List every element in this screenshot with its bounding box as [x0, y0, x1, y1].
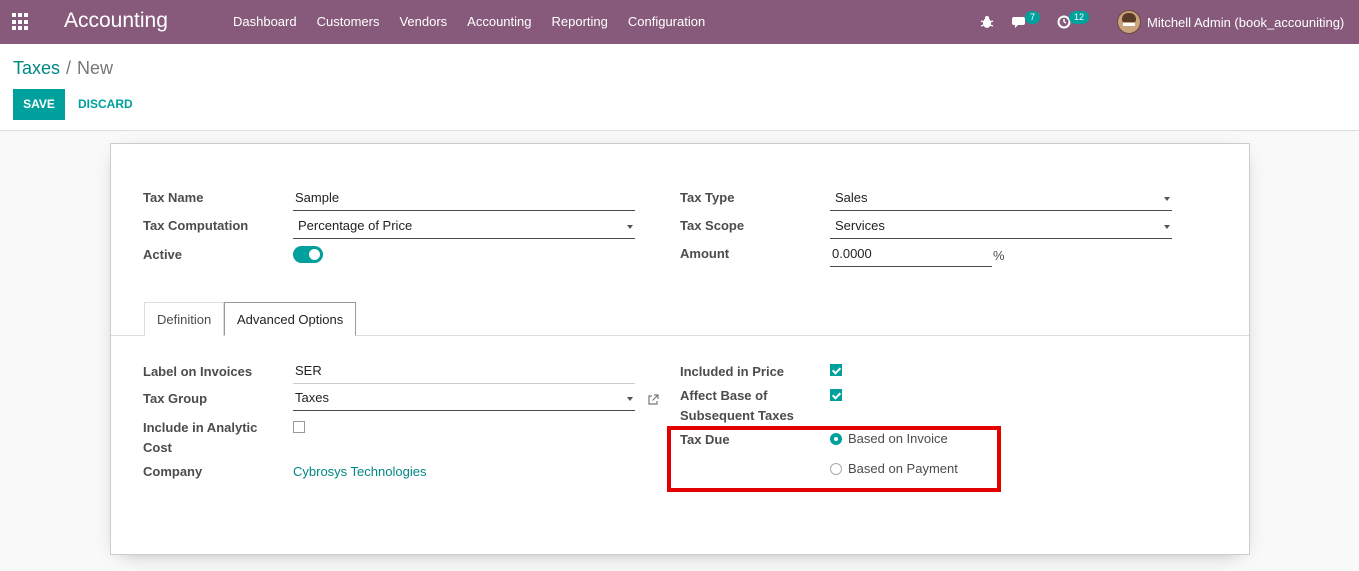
breadcrumb-separator: / — [66, 58, 72, 78]
tax-group-label: Tax Group — [143, 391, 208, 406]
app-title: Accounting — [64, 9, 168, 32]
menu-item-configuration[interactable]: Configuration — [618, 0, 715, 44]
tab-definition[interactable]: Definition — [144, 302, 225, 336]
tax-computation-select[interactable]: Percentage of Price — [293, 215, 635, 239]
label-on-invoices-label: Label on Invoices — [143, 364, 253, 379]
save-button[interactable]: SAVE — [13, 89, 65, 120]
menu-item-reporting[interactable]: Reporting — [542, 0, 618, 44]
included-in-price-label: Included in Price — [680, 364, 785, 379]
include-analytic-cost-label: Include in Analytic Cost — [143, 420, 258, 455]
messages-count-badge: 7 — [1025, 11, 1041, 24]
activities-count-badge: 12 — [1069, 11, 1090, 24]
menu-item-customers[interactable]: Customers — [307, 0, 390, 44]
tax-name-label: Tax Name — [143, 190, 204, 205]
tax-group-select[interactable]: Taxes — [293, 387, 635, 411]
company-link[interactable]: Cybrosys Technologies — [293, 462, 426, 482]
include-analytic-cost-checkbox[interactable] — [293, 421, 305, 433]
chevron-down-icon — [1164, 225, 1170, 229]
user-name: Mitchell Admin (book_accouniting) — [1147, 14, 1345, 30]
tax-computation-value: Percentage of Price — [298, 218, 413, 233]
menu-item-dashboard[interactable]: Dashboard — [223, 0, 307, 44]
discard-button[interactable]: DISCARD — [78, 89, 133, 120]
tax-type-value: Sales — [835, 190, 868, 205]
messages-button[interactable]: 7 — [1012, 0, 1042, 44]
tax-type-label: Tax Type — [680, 190, 735, 205]
tax-computation-label: Tax Computation — [143, 218, 249, 233]
debug-bug-icon[interactable] — [980, 0, 994, 44]
user-menu[interactable]: Mitchell Admin (book_accouniting) — [1117, 0, 1344, 44]
tax-type-select[interactable]: Sales — [830, 187, 1172, 211]
tax-scope-select[interactable]: Services — [830, 215, 1172, 239]
main-menu: Dashboard Customers Vendors Accounting R… — [223, 0, 715, 44]
annotation-highlight-box — [667, 426, 1001, 492]
tax-scope-value: Services — [835, 218, 885, 233]
menu-item-accounting[interactable]: Accounting — [457, 0, 541, 44]
menu-item-vendors[interactable]: Vendors — [389, 0, 457, 44]
chevron-down-icon — [627, 225, 633, 229]
amount-unit: % — [993, 248, 1005, 263]
tax-name-input[interactable]: Sample — [293, 187, 635, 211]
tax-group-value: Taxes — [295, 390, 329, 405]
included-in-price-checkbox[interactable] — [830, 364, 842, 376]
control-panel: Taxes / New SAVE DISCARD — [0, 44, 1359, 131]
affect-base-label: Affect Base of Subsequent Taxes — [680, 388, 794, 423]
amount-label: Amount — [680, 246, 730, 261]
active-label: Active — [143, 247, 183, 262]
company-label: Company — [143, 464, 203, 479]
breadcrumb-current: New — [77, 58, 114, 78]
activities-button[interactable]: 12 — [1057, 0, 1093, 44]
tab-advanced-options[interactable]: Advanced Options — [224, 302, 357, 336]
breadcrumb: Taxes / New — [13, 58, 113, 79]
chevron-down-icon — [1164, 197, 1170, 201]
amount-input[interactable]: 0.0000 — [830, 243, 992, 267]
affect-base-checkbox[interactable] — [830, 389, 842, 401]
active-toggle[interactable] — [293, 246, 323, 263]
top-navbar: Accounting Dashboard Customers Vendors A… — [0, 0, 1359, 44]
external-link-icon[interactable] — [647, 394, 659, 406]
apps-menu-icon[interactable] — [12, 13, 30, 31]
form-sheet: Tax Name Sample Tax Computation Percenta… — [110, 143, 1250, 555]
user-avatar — [1117, 10, 1141, 34]
chevron-down-icon — [627, 397, 633, 401]
tax-scope-label: Tax Scope — [680, 218, 745, 233]
label-on-invoices-input[interactable]: SER — [293, 360, 635, 384]
breadcrumb-taxes-link[interactable]: Taxes — [13, 58, 60, 78]
